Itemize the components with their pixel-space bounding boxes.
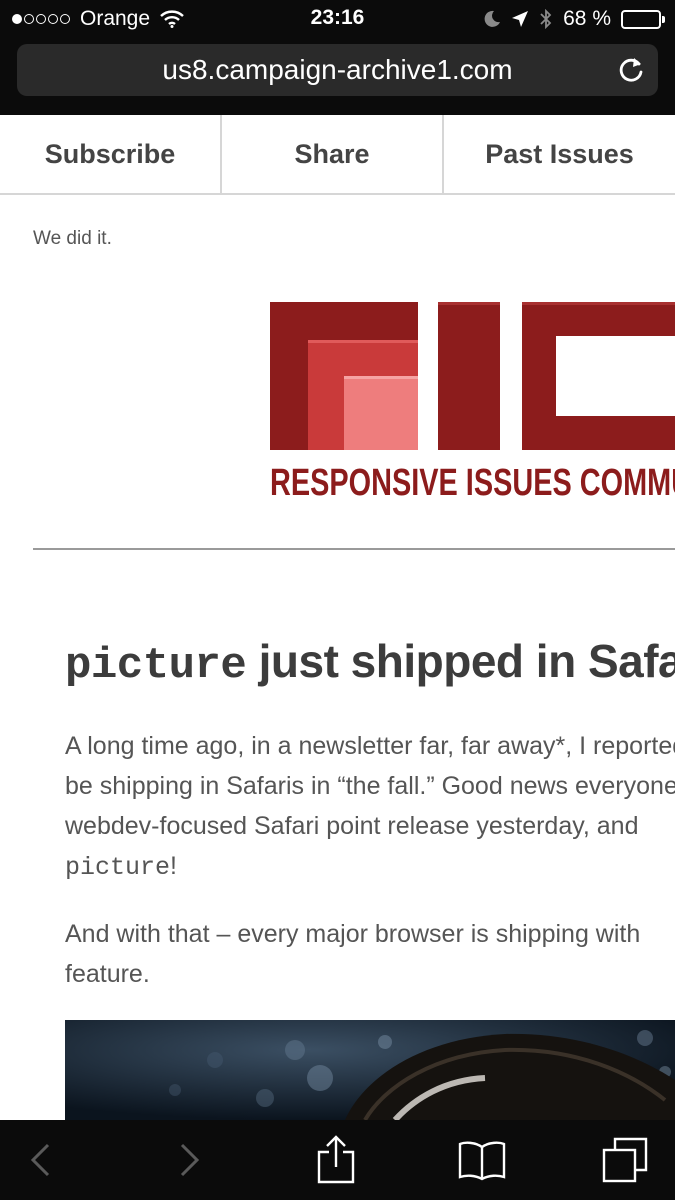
paragraph-2: And with that – every major browser is s…: [65, 914, 675, 994]
past-issues-link[interactable]: Past Issues: [444, 115, 675, 193]
p2-line-1: And with that – every major browser is s…: [65, 920, 641, 948]
url-text[interactable]: us8.campaign-archive1.com: [17, 54, 658, 86]
article-photo: [65, 1020, 675, 1120]
p1-end: !: [170, 852, 177, 880]
status-bar: Orange 23:16 68 %: [0, 0, 675, 38]
p1-line-2: be shipping in Safaris in “the fall.” Go…: [65, 772, 675, 800]
divider: [33, 548, 675, 550]
moon-icon: [483, 10, 501, 28]
location-arrow-icon: [511, 10, 529, 28]
subscribe-link[interactable]: Subscribe: [0, 115, 222, 193]
battery-icon: [615, 9, 665, 29]
back-icon[interactable]: [20, 1120, 60, 1200]
logo-mark: [270, 302, 675, 450]
browser-toolbar: [0, 1120, 675, 1200]
p1-line-3: webdev-focused Safari point release yest…: [65, 812, 639, 840]
status-right: 68 %: [473, 7, 665, 31]
paragraph-1: A long time ago, in a newsletter far, fa…: [65, 726, 675, 888]
bookmarks-icon[interactable]: [455, 1120, 509, 1200]
preheader-text: We did it.: [33, 228, 112, 249]
forward-icon[interactable]: [170, 1120, 210, 1200]
battery-percent: 68 %: [563, 7, 611, 30]
reload-icon[interactable]: [616, 55, 646, 85]
share-link[interactable]: Share: [222, 115, 444, 193]
article-headline: picture just shipped in Safari: [65, 634, 675, 691]
p1-code: picture: [65, 853, 171, 882]
ricg-logo: RESPONSIVE ISSUES COMMUNITY: [270, 300, 675, 510]
newsletter-nav: Subscribe Share Past Issues: [0, 115, 675, 195]
address-bar[interactable]: us8.campaign-archive1.com: [17, 44, 658, 96]
headline-text: just shipped in Safari: [246, 635, 675, 687]
bluetooth-icon: [539, 9, 553, 29]
share-icon[interactable]: [310, 1120, 362, 1200]
p1-line-4: picture!: [65, 846, 675, 888]
logo-text: RESPONSIVE ISSUES COMMUNITY: [270, 462, 675, 504]
headline-code: picture: [65, 641, 247, 691]
tabs-icon[interactable]: [598, 1120, 652, 1200]
p2-line-2: feature.: [65, 960, 150, 988]
p1-line-1: A long time ago, in a newsletter far, fa…: [65, 732, 675, 760]
page: Orange 23:16 68 % us8.campaign-archive1.…: [0, 0, 675, 1200]
browser-url-area: us8.campaign-archive1.com: [0, 38, 675, 115]
